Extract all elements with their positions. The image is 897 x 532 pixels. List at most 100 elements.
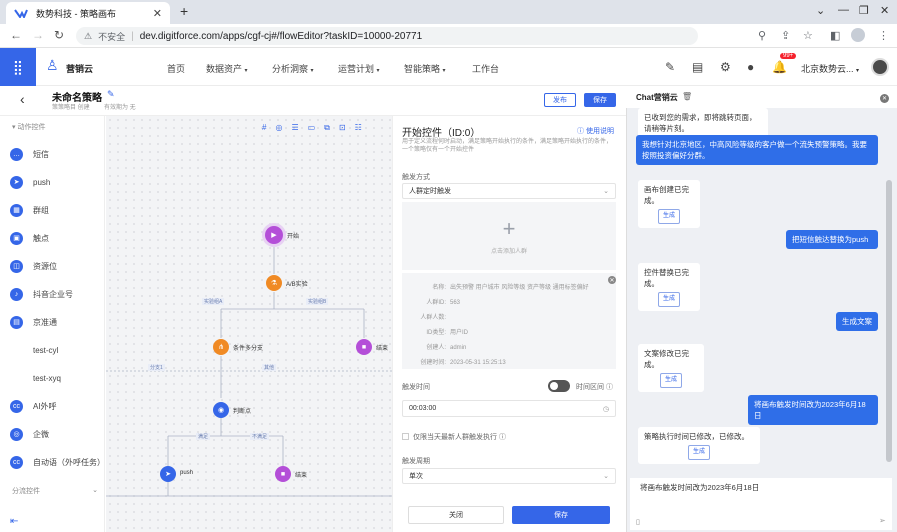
publish-button[interactable]: 发布 xyxy=(544,93,576,107)
app-grid-button[interactable]: ⣿ xyxy=(0,48,36,86)
chat-close-icon[interactable]: ✕ xyxy=(880,94,889,103)
palette-item[interactable]: ◫ 资源位 xyxy=(10,258,57,274)
latest-crowd-checkbox[interactable] xyxy=(402,433,409,440)
trigger-mode-select[interactable]: 人群定时触发 ⌄ xyxy=(402,183,616,199)
remove-crowd-icon[interactable]: ✕ xyxy=(608,276,616,284)
back-icon[interactable]: ← xyxy=(10,28,22,42)
flow-node-label: 条件多分支 xyxy=(233,346,264,352)
crowd-info-value: 出失预警 用户城市 风险等级 资产等级 通用标签偏好 xyxy=(450,285,589,291)
generate-button[interactable]: 生成 xyxy=(687,445,710,460)
trash-icon[interactable]: 🗑 xyxy=(682,92,692,101)
star-icon[interactable]: ☆ xyxy=(803,29,813,42)
menu-icon[interactable]: ⋮ xyxy=(878,29,889,42)
palette-item[interactable]: ▦ 群组 xyxy=(10,202,49,218)
fit-icon[interactable]: ⊡ xyxy=(339,123,346,133)
nav-smart-strategy[interactable]: 智能策略 ▾ xyxy=(404,62,446,75)
palette-item[interactable]: cc 自动语（外呼任务） xyxy=(10,454,105,470)
palette-item[interactable]: ▣ 触点 xyxy=(10,230,49,246)
reload-icon[interactable]: ↻ xyxy=(54,28,64,42)
send-icon[interactable]: ➢ xyxy=(879,516,886,525)
browser-profile-avatar[interactable] xyxy=(851,28,865,42)
nav-ops-plan[interactable]: 运营计划 ▾ xyxy=(338,62,380,75)
tab-close-icon[interactable]: ✕ xyxy=(153,7,162,20)
time-range-toggle[interactable] xyxy=(548,380,570,392)
flow-node-end1[interactable]: ■ xyxy=(356,339,372,355)
browser-tab[interactable]: 数势科技 - 策略画布 ✕ xyxy=(6,2,170,24)
panel-save-button[interactable]: 保存 xyxy=(512,506,610,524)
generate-button[interactable]: 生成 xyxy=(657,292,680,307)
nav-home[interactable]: 首页 xyxy=(167,62,185,75)
flow-node-multi[interactable]: ⋔ xyxy=(213,339,229,355)
palette-category-actions-label: 动作控件 xyxy=(17,124,46,131)
url-input[interactable]: ⚠ 不安全 | dev.digitforce.com/apps/cgf-cj#/… xyxy=(76,27,698,45)
chat-icon[interactable]: ● xyxy=(747,60,754,74)
back-arrow-icon[interactable]: ‹ xyxy=(20,91,25,107)
grid-toggle-icon[interactable]: # xyxy=(262,123,266,133)
save-button[interactable]: 保存 xyxy=(584,93,616,107)
generate-button[interactable]: 生成 xyxy=(657,209,680,224)
palette-category-actions[interactable]: ▾ 动作控件 xyxy=(12,122,45,132)
bell-icon[interactable]: 🔔 xyxy=(772,60,787,74)
comment-icon[interactable]: ▭ xyxy=(308,123,316,133)
palette-item-label: push xyxy=(33,177,51,187)
edit-icon[interactable]: ✎ xyxy=(665,60,675,74)
palette-item[interactable]: ➤ push xyxy=(10,174,50,190)
add-crowd-button[interactable]: + 点击添加人群 xyxy=(402,202,616,270)
flow-node-start[interactable]: ▶ xyxy=(265,226,283,244)
douyin-icon: ♪ xyxy=(10,287,23,301)
edit-title-icon[interactable]: ✎ xyxy=(107,89,115,100)
palette-category-split[interactable]: 分流控件 ⌄ xyxy=(12,486,98,496)
export-icon[interactable]: ⧉ xyxy=(324,123,330,133)
message-text: 已收到您的需求，即将跳转页面，请稍等片刻。 xyxy=(644,113,757,133)
restore-icon[interactable]: ❐ xyxy=(859,4,869,17)
usage-link-label: 使用说明 xyxy=(585,128,614,135)
close-button[interactable]: 关闭 xyxy=(408,506,504,524)
trigger-time-input[interactable]: 00:03:00 ◷ xyxy=(402,400,616,417)
chevron-down-icon[interactable]: ⌄ xyxy=(816,4,825,17)
target-icon[interactable]: ◎ xyxy=(275,123,282,133)
user-avatar[interactable] xyxy=(871,58,889,76)
notification-badge: 99+ xyxy=(780,53,797,59)
generate-button[interactable]: 生成 xyxy=(659,373,682,388)
new-tab-icon[interactable]: + xyxy=(180,3,188,19)
nav-data-assets-label: 数据资产 xyxy=(206,64,243,74)
window-close-icon[interactable]: ✕ xyxy=(880,4,889,17)
help-icon: ⓘ xyxy=(605,384,613,391)
layout-icon[interactable]: ☷ xyxy=(355,123,362,133)
url-text: dev.digitforce.com/apps/cgf-cj#/flowEdit… xyxy=(139,30,423,42)
latest-crowd-text: 仅限当天最新人群触发执行 xyxy=(413,434,497,441)
palette-item[interactable]: ♪ 抖音企业号 xyxy=(10,286,73,302)
palette-item[interactable]: ◎ 企微 xyxy=(10,426,49,442)
document-icon[interactable]: ▤ xyxy=(692,60,703,74)
palette-item[interactable]: test-cyl xyxy=(10,342,58,358)
palette-item[interactable]: ▤ 京准通 xyxy=(10,314,57,330)
edge-tag: 实验组A xyxy=(202,298,225,305)
org-selector[interactable]: 北京数势云... ▾ xyxy=(801,62,859,75)
list-icon[interactable]: ☰ xyxy=(291,123,298,133)
blank-icon xyxy=(10,371,23,385)
forward-icon[interactable]: → xyxy=(32,28,44,42)
flow-node-push[interactable]: ➤ xyxy=(160,466,176,482)
collapse-palette-icon[interactable]: ⇤ xyxy=(10,516,18,527)
share-icon[interactable]: ⇪ xyxy=(781,29,790,42)
minimize-icon[interactable]: — xyxy=(838,4,849,16)
sidepanel-icon[interactable]: ◧ xyxy=(830,29,840,42)
flow-node-end2[interactable]: ■ xyxy=(275,466,291,482)
nav-data-assets[interactable]: 数据资产 ▾ xyxy=(206,62,248,75)
browser-tab-title: 数势科技 - 策略画布 xyxy=(36,8,116,19)
nav-workbench[interactable]: 工作台 xyxy=(472,62,499,75)
flow-canvas[interactable] xyxy=(106,116,392,532)
palette-item[interactable]: test-xyq xyxy=(10,370,61,386)
palette-item[interactable]: cc AI外呼 xyxy=(10,398,57,414)
settings-icon[interactable]: ⚙ xyxy=(720,60,731,74)
usage-link[interactable]: ⓘ 使用说明 xyxy=(577,126,614,136)
attach-icon[interactable]: ▯ xyxy=(636,518,640,526)
chat-scrollbar[interactable] xyxy=(886,180,892,462)
flow-node-ab[interactable]: ⚗ xyxy=(266,275,282,291)
trigger-cycle-select[interactable]: 单次 ⌄ xyxy=(402,468,616,484)
nav-insight[interactable]: 分析洞察 ▾ xyxy=(272,62,314,75)
palette-item[interactable]: … 短信 xyxy=(10,146,49,162)
crowd-info-value: 用户ID xyxy=(450,330,469,336)
flow-node-judge[interactable]: ◉ xyxy=(213,402,229,418)
search-icon[interactable]: ⚲ xyxy=(758,29,766,42)
